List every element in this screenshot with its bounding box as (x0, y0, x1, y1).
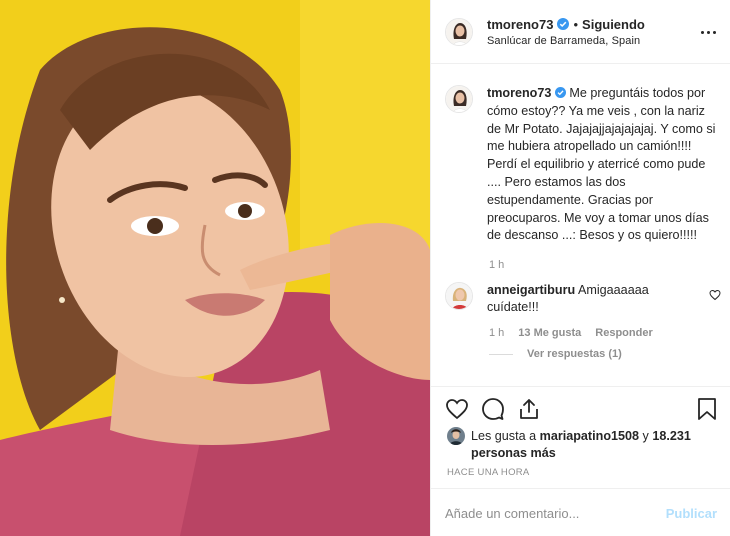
author-avatar[interactable] (445, 17, 473, 46)
comment-likes[interactable]: 13 Me gusta (518, 327, 581, 339)
likes-summary: Les gusta a mariapatino1508 y 18.231 per… (447, 427, 701, 461)
caption-avatar[interactable] (445, 85, 473, 113)
commenter-username[interactable]: anneigartiburu (487, 283, 575, 297)
likes-conjunction: y (642, 429, 649, 443)
post-photo[interactable] (0, 0, 430, 536)
speech-bubble-icon[interactable] (481, 397, 505, 421)
post-time-ago[interactable]: HACE UNA HORA (447, 467, 530, 478)
commenter-avatar[interactable] (445, 282, 473, 310)
selfie-illustration (0, 0, 430, 536)
view-replies-label: Ver respuestas (1) (527, 348, 622, 360)
view-replies[interactable]: Ver respuestas (1) (489, 348, 622, 360)
comment-text: anneigartiburu Amigaaaaaa cuídate!!! (487, 282, 697, 315)
add-comment-bar: Añade un comentario... Publicar (431, 488, 730, 536)
post-header: tmoreno73 • Siguiendo Sanlúcar de Barram… (431, 0, 730, 64)
bookmark-icon[interactable] (695, 397, 719, 421)
comment-input[interactable]: Añade un comentario... (445, 506, 666, 521)
comment-time[interactable]: 1 h (489, 327, 504, 339)
avatar-image (446, 86, 472, 112)
comment-meta: 1 h 13 Me gusta Responder (489, 327, 653, 339)
comment-item: anneigartiburu Amigaaaaaa cuídate!!! (445, 282, 725, 315)
more-options-ellipsis-icon[interactable] (701, 26, 717, 38)
caption-username[interactable]: tmoreno73 (487, 86, 551, 100)
caption-time[interactable]: 1 h (489, 259, 504, 271)
post-caption: tmoreno73 Me preguntáis todos por cómo e… (445, 85, 725, 245)
liker-avatar[interactable] (447, 427, 465, 445)
avatar-image (446, 18, 472, 45)
verified-badge-icon (554, 87, 566, 98)
post-location[interactable]: Sanlúcar de Barrameda, Spain (487, 35, 645, 47)
comments-section: tmoreno73 Me preguntáis todos por cómo e… (431, 65, 730, 385)
post-actions: Les gusta a mariapatino1508 y 18.231 per… (431, 386, 730, 536)
author-username[interactable]: tmoreno73 (487, 17, 553, 32)
separator-dot: • (573, 16, 579, 32)
liker-username[interactable]: mariapatino1508 (540, 429, 639, 443)
reply-button[interactable]: Responder (595, 327, 652, 339)
avatar-image (447, 427, 465, 445)
avatar-image (446, 283, 472, 309)
comment-like-heart-icon[interactable] (709, 289, 721, 301)
instagram-post: tmoreno73 • Siguiendo Sanlúcar de Barram… (0, 0, 730, 536)
replies-divider (489, 353, 513, 355)
caption-text: tmoreno73 Me preguntáis todos por cómo e… (487, 85, 719, 245)
share-icon[interactable] (517, 397, 541, 421)
caption-body: Me preguntáis todos por cómo estoy?? Ya … (487, 86, 716, 243)
post-sidebar: tmoreno73 • Siguiendo Sanlúcar de Barram… (430, 0, 730, 536)
action-icons (445, 397, 717, 423)
likes-prefix: Les gusta a (471, 429, 537, 443)
heart-icon[interactable] (445, 397, 469, 421)
following-button[interactable]: Siguiendo (582, 17, 645, 32)
publish-button[interactable]: Publicar (666, 506, 717, 521)
verified-badge-icon (557, 18, 570, 30)
